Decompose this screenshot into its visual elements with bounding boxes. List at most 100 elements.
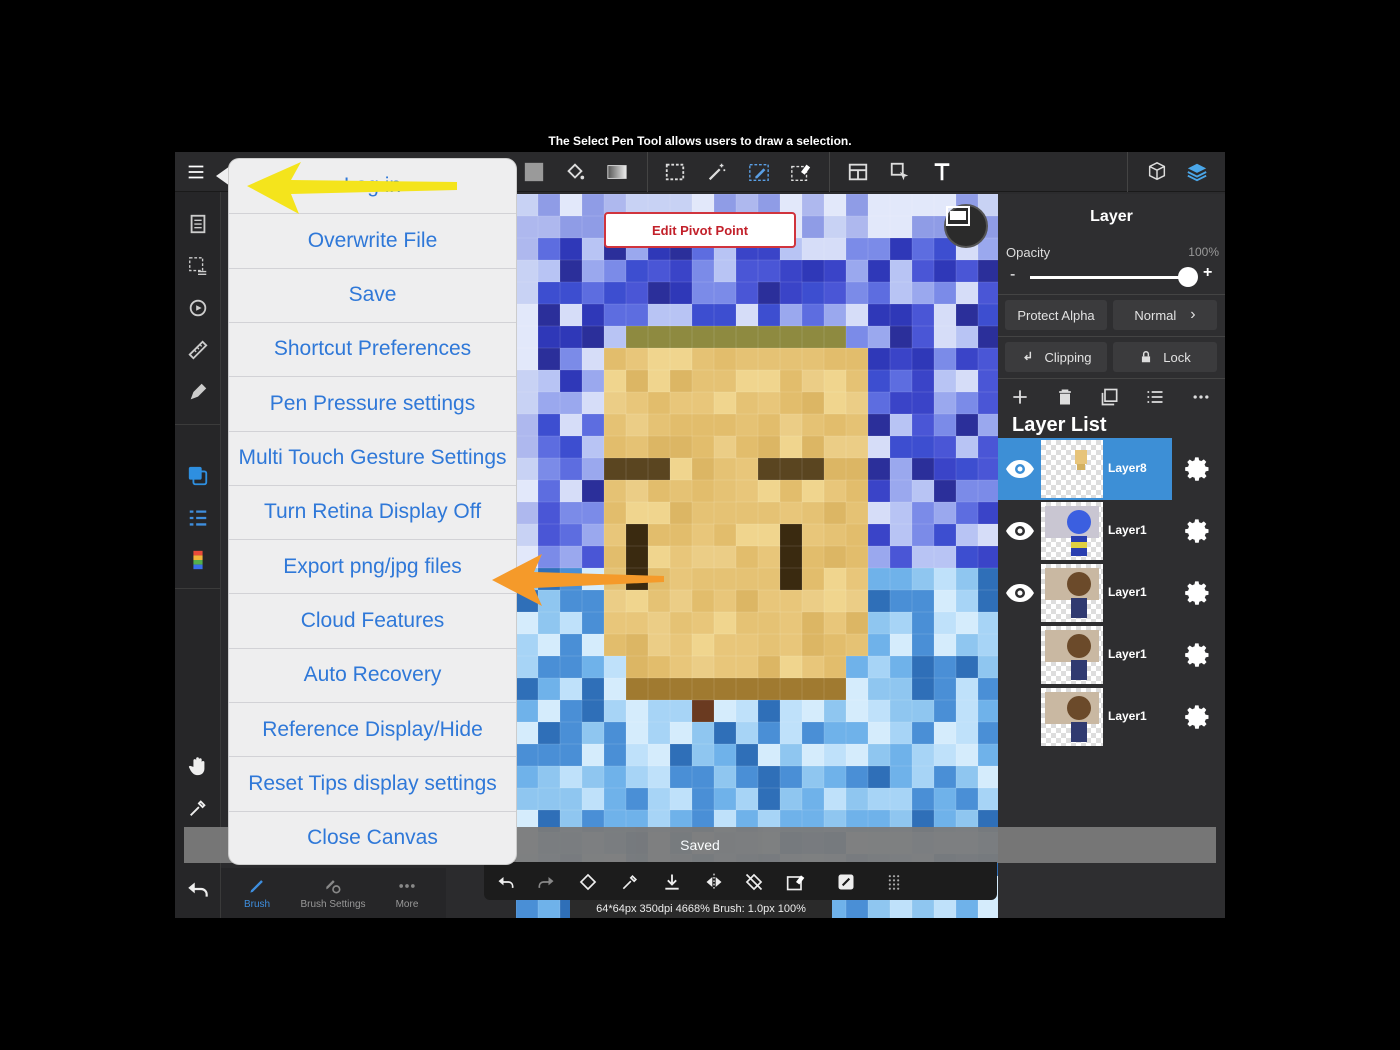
protect-alpha-label: Protect Alpha [1017,307,1095,323]
rotate-reset-icon[interactable] [742,870,766,894]
brush-settings-icon [326,880,341,894]
layer-row[interactable]: Layer1 [998,562,1225,624]
menu-shortcut-preferences[interactable]: Shortcut Preferences [229,321,516,376]
layer-visibility-eye-icon[interactable] [1002,514,1038,548]
download-icon[interactable] [660,870,684,894]
menu-cloud-features[interactable]: Cloud Features [229,593,516,647]
opacity-slider-track[interactable] [1030,276,1188,279]
layer-row[interactable]: Layer1 [998,686,1225,748]
layer-settings-gear-icon[interactable] [1184,579,1212,607]
layer-thumbnail [1041,502,1103,560]
menu-multi-touch-gesture-settings[interactable]: Multi Touch Gesture Settings [229,430,516,485]
menu-save[interactable]: Save [229,267,516,322]
menu-pen-pressure-settings[interactable]: Pen Pressure settings [229,376,516,430]
opacity-slider-knob[interactable] [1178,267,1198,287]
more-options-icon[interactable] [1188,384,1214,410]
menu-close-canvas[interactable]: Close Canvas [229,810,516,864]
orange-annotation-arrow [492,554,664,606]
layer-row[interactable]: Layer8 [998,438,1225,500]
layer-thumbnail [1041,626,1103,684]
layer-thumbnail [1041,564,1103,622]
select-eraser-icon[interactable] [787,158,815,186]
grid-dots-icon[interactable] [882,870,906,894]
yellow-annotation-arrow [247,162,457,214]
duplicate-layer-icon[interactable] [1097,384,1123,410]
pen-tool-icon[interactable] [184,378,212,406]
layer-list-title: Layer List [1012,414,1107,436]
flip-horizontal-icon[interactable] [702,870,726,894]
color-palette-icon[interactable] [184,546,212,574]
brush-tab[interactable]: Brush [221,868,293,918]
layer-thumbnail [1041,688,1103,746]
more-tab[interactable]: More [371,868,443,918]
picture-in-picture-icon[interactable] [944,204,988,248]
select-pen-icon[interactable] [745,158,773,186]
clipping-button[interactable]: Clipping [1005,342,1107,372]
layer-visibility-eye-icon[interactable] [1002,576,1038,610]
selection-layer-icon[interactable] [184,252,212,280]
color-picker-swatch-icon[interactable] [184,462,212,490]
menu-pointer [216,166,230,186]
brush-icon [250,880,263,893]
opacity-increase-button[interactable]: + [1203,264,1212,282]
lock-button[interactable]: Lock [1113,342,1217,372]
protect-alpha-button[interactable]: Protect Alpha [1005,300,1107,330]
magic-wand-icon[interactable] [703,158,731,186]
add-layer-icon[interactable] [1007,384,1033,410]
hamburger-menu-icon[interactable] [182,158,210,186]
edit-canvas-icon[interactable] [834,870,858,894]
layer-settings-gear-icon[interactable] [1184,703,1212,731]
rotate-canvas-icon[interactable] [184,294,212,322]
tool-tip: The Select Pen Tool allows users to draw… [548,134,852,148]
gradient-icon[interactable] [603,158,631,186]
layer-settings-gear-icon[interactable] [1184,641,1212,669]
menu-export-png-jpg-files[interactable]: Export png/jpg files [229,539,516,593]
transform-select-icon[interactable] [886,158,914,186]
eyedropper-icon[interactable] [184,794,212,822]
menu-reset-tips-display-settings[interactable]: Reset Tips display settings [229,756,516,810]
menu-reference-display-hide[interactable]: Reference Display/Hide [229,702,516,756]
layer-name: Layer1 [1108,709,1147,723]
edit-pivot-point-button[interactable]: Edit Pivot Point [604,212,796,248]
3d-cube-icon[interactable] [1143,158,1171,186]
redo-icon[interactable] [534,870,558,894]
menu-turn-retina-display-off[interactable]: Turn Retina Display Off [229,484,516,539]
eyedropper-icon[interactable] [618,870,642,894]
menu-overwrite-file[interactable]: Overwrite File [229,213,516,267]
blend-mode-button[interactable]: Normal › [1113,300,1217,330]
layer-row[interactable]: Layer1 [998,500,1225,562]
canvas-layout-icon[interactable] [844,158,872,186]
opacity-decrease-button[interactable]: - [1010,266,1015,284]
layer-name: Layer1 [1108,585,1147,599]
brush-settings-tab-label: Brush Settings [300,899,366,910]
brush-tab-bar: Brush Brush Settings More [221,868,446,918]
layer-name: Layer1 [1108,523,1147,537]
layer-list-view-icon[interactable] [1142,384,1168,410]
text-tool-icon[interactable] [928,158,956,186]
color-swatch-icon[interactable] [520,158,548,186]
undo-arrow-icon[interactable] [185,876,211,902]
menu-auto-recovery[interactable]: Auto Recovery [229,647,516,702]
clear-eraser-icon[interactable] [784,870,808,894]
hand-pan-icon[interactable] [184,752,212,780]
ruler-icon[interactable] [184,336,212,364]
clipping-label: Clipping [1044,349,1092,365]
layer-name: Layer8 [1108,461,1147,475]
clipping-arrow-icon [1023,351,1031,361]
layer-settings-gear-icon[interactable] [1184,455,1212,483]
opacity-value: 100% [1188,245,1219,259]
layer-list-icon[interactable] [184,504,212,532]
brush-settings-tab[interactable]: Brush Settings [297,868,369,918]
layer-visibility-eye-icon[interactable] [1002,452,1038,486]
layer-panel-title: Layer [1090,208,1133,225]
layers-icon[interactable] [1183,158,1211,186]
undo-icon[interactable] [494,870,518,894]
transform-icon[interactable] [576,870,600,894]
layer-settings-gear-icon[interactable] [1184,517,1212,545]
file-document-icon[interactable] [184,210,212,238]
fill-bucket-icon[interactable] [561,158,589,186]
delete-layer-icon[interactable] [1052,384,1078,410]
opacity-label: Opacity [1006,245,1051,260]
select-rectangle-icon[interactable] [661,158,689,186]
layer-row[interactable]: Layer1 [998,624,1225,686]
